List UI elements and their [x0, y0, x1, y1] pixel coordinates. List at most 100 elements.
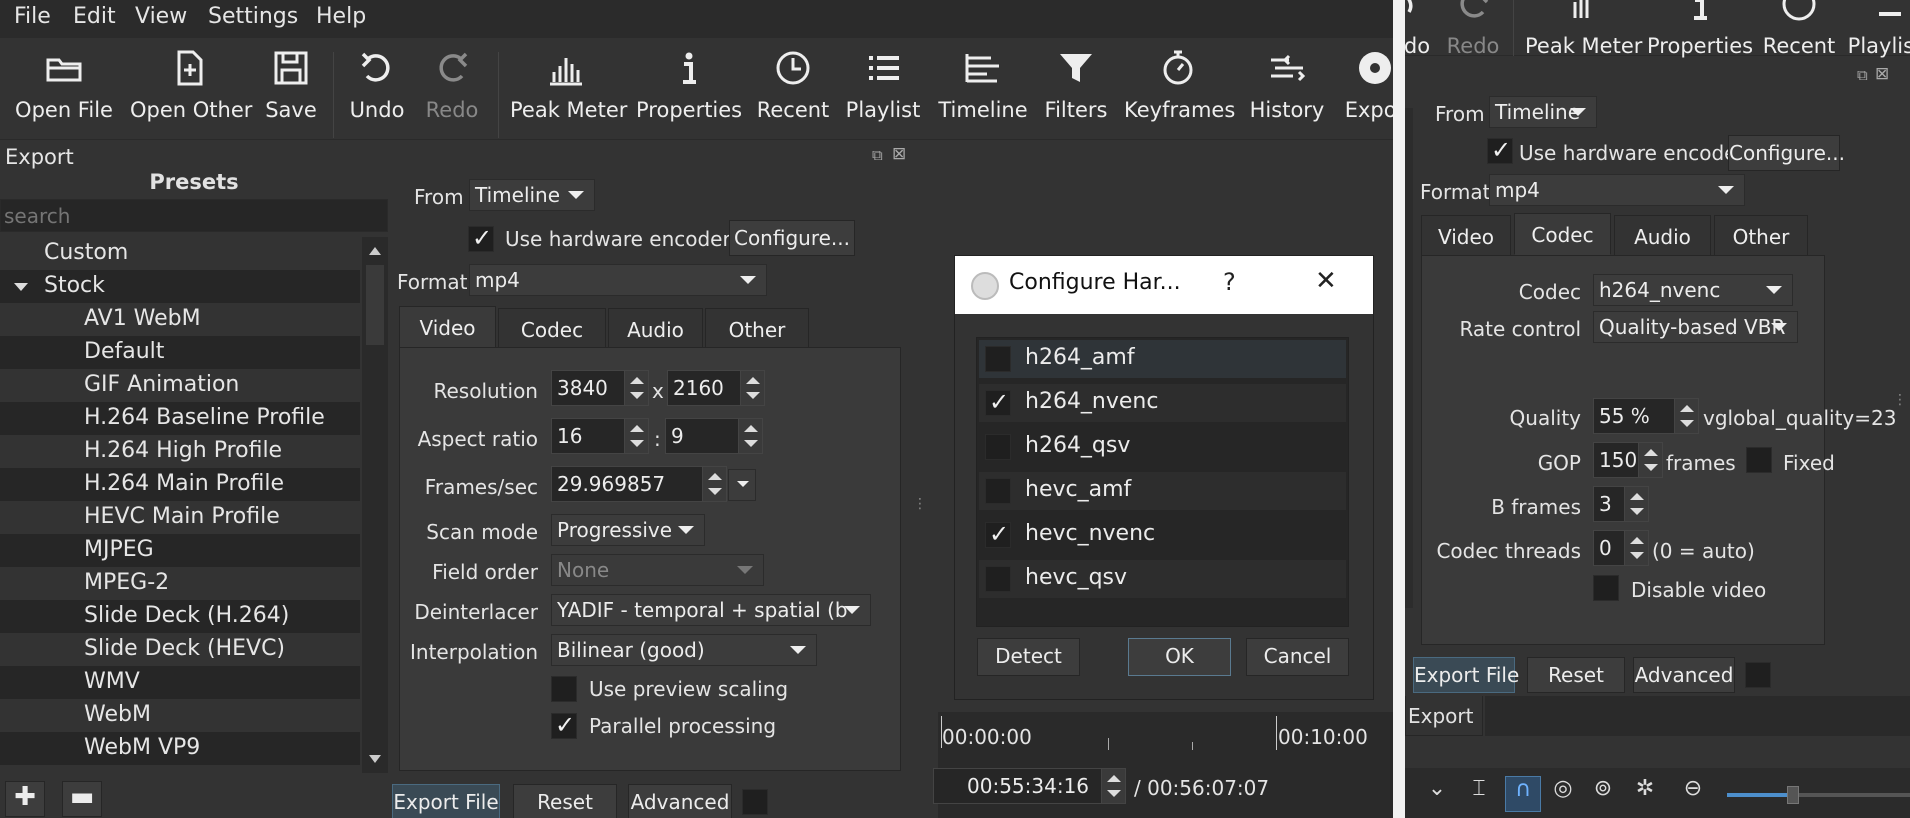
fixed-gop-checkbox[interactable]	[1746, 447, 1772, 473]
preset-item[interactable]: WebM VP9	[0, 732, 360, 765]
ripple-all-icon[interactable]: ⊚	[1585, 776, 1621, 812]
encoder-row[interactable]: hevc_qsv	[979, 560, 1346, 598]
open-file-button[interactable]: Open File	[14, 48, 114, 122]
hw-encoder-checkbox[interactable]	[468, 224, 494, 252]
scroll-down-icon[interactable]	[369, 755, 381, 763]
tab-video[interactable]: Video	[1421, 215, 1511, 257]
encoder-row[interactable]: h264_qsv	[979, 428, 1346, 466]
preset-custom[interactable]: Custom	[0, 237, 360, 270]
codec-threads-spinbox[interactable]: 0	[1593, 530, 1649, 566]
peak-meter-button[interactable]: Peak Meter	[510, 48, 627, 122]
undo-button[interactable]: Undo	[345, 48, 409, 122]
spin-arrows-icon[interactable]	[738, 419, 762, 453]
spin-arrows-icon[interactable]	[1624, 531, 1648, 565]
chevron-down-icon[interactable]: ⌄	[1419, 776, 1455, 812]
encoder-checkbox[interactable]	[985, 478, 1011, 504]
preset-item[interactable]: GIF Animation	[0, 369, 360, 402]
preset-item[interactable]: MPEG-2	[0, 567, 360, 600]
menu-file[interactable]: File	[14, 4, 51, 29]
help-icon[interactable]: ?	[1223, 268, 1236, 296]
spin-arrows-icon[interactable]	[1674, 399, 1698, 433]
format-select[interactable]: mp4	[469, 264, 767, 296]
close-icon[interactable]: ⊠	[892, 144, 906, 164]
preset-item[interactable]: HEVC Main Profile	[0, 501, 360, 534]
zoom-out-icon[interactable]: ⊖	[1675, 776, 1711, 812]
height-spinbox[interactable]: 2160	[667, 370, 765, 406]
filters-button[interactable]: Filters	[1040, 48, 1112, 122]
ripple-icon[interactable]: ⌶	[1461, 776, 1497, 812]
scroll-thumb[interactable]	[366, 265, 384, 345]
spin-arrows-icon[interactable]	[624, 419, 648, 453]
preset-item[interactable]: Default	[0, 336, 360, 369]
preview-scaling-checkbox[interactable]	[551, 676, 577, 702]
menu-help[interactable]: Help	[316, 4, 366, 29]
preset-item[interactable]: MJPEG	[0, 534, 360, 567]
preset-item[interactable]: AV1 WebM	[0, 303, 360, 336]
spin-arrows-icon[interactable]	[624, 371, 648, 405]
recent-button[interactable]: Recent	[755, 48, 831, 122]
tab-codec[interactable]: Codec	[1514, 213, 1611, 255]
tab-other[interactable]: Other	[1714, 215, 1808, 257]
export-file-button[interactable]: Export File	[1413, 657, 1519, 693]
spin-arrows-icon[interactable]	[1638, 443, 1662, 477]
ok-button[interactable]: OK	[1128, 638, 1231, 676]
export-toolbar-button[interactable]: Expor	[1340, 48, 1393, 122]
gop-spinbox[interactable]: 150	[1593, 442, 1663, 478]
export-file-button[interactable]: Export File	[392, 784, 500, 818]
undo-button[interactable]: do	[1405, 0, 1437, 58]
spin-arrows-icon[interactable]	[1101, 769, 1125, 803]
open-other-button[interactable]: Open Other	[130, 48, 252, 122]
float-icon[interactable]: ⧉	[872, 146, 883, 164]
advanced-button[interactable]: Advanced	[628, 784, 732, 818]
preset-search-input[interactable]	[0, 199, 388, 232]
remove-preset-button[interactable]: ▬	[62, 781, 102, 817]
quality-spinbox[interactable]: 55 %	[1593, 398, 1699, 434]
scroll-up-icon[interactable]	[369, 247, 381, 255]
encoder-row[interactable]: h264_amf	[979, 340, 1346, 378]
aspect-num-spinbox[interactable]: 16	[551, 418, 649, 454]
interpolation-select[interactable]: Bilinear (good)	[551, 634, 817, 666]
current-time-spinbox[interactable]: 00:55:34:16	[933, 768, 1126, 804]
save-button[interactable]: Save	[262, 48, 320, 122]
encoder-checkbox[interactable]	[985, 566, 1011, 592]
advanced-toggle-checkbox[interactable]	[742, 789, 768, 815]
encoder-checkbox[interactable]	[985, 346, 1011, 372]
cancel-button[interactable]: Cancel	[1246, 638, 1349, 676]
spin-arrows-icon[interactable]	[702, 467, 726, 501]
preset-item[interactable]: H.264 High Profile	[0, 435, 360, 468]
hw-encoder-checkbox[interactable]	[1487, 136, 1513, 164]
properties-button[interactable]: Properties	[636, 48, 742, 122]
recent-button[interactable]: Recent	[1761, 0, 1837, 58]
peak-meter-button[interactable]: Peak Meter	[1525, 0, 1642, 58]
aspect-den-spinbox[interactable]: 9	[665, 418, 763, 454]
format-select[interactable]: mp4	[1489, 174, 1745, 206]
redo-button[interactable]: Redo	[420, 48, 484, 122]
from-select[interactable]: Timeline	[1489, 96, 1597, 128]
encoder-checkbox[interactable]	[985, 434, 1011, 460]
preset-item[interactable]: Slide Deck (H.264)	[0, 600, 360, 633]
menu-settings[interactable]: Settings	[208, 4, 298, 29]
reset-button[interactable]: Reset	[513, 784, 617, 818]
add-preset-button[interactable]: ✚	[5, 781, 45, 817]
fps-spinbox[interactable]: 29.969857	[551, 466, 727, 502]
preset-item[interactable]: WMV	[0, 666, 360, 699]
configure-button[interactable]: Configure...	[729, 220, 855, 256]
zoom-slider[interactable]	[1727, 786, 1910, 804]
tab-audio[interactable]: Audio	[1614, 215, 1711, 257]
menu-edit[interactable]: Edit	[73, 4, 116, 29]
disable-video-checkbox[interactable]	[1593, 575, 1619, 601]
tab-audio[interactable]: Audio	[608, 308, 703, 350]
close-icon[interactable]: ⊠	[1875, 64, 1889, 84]
tab-video[interactable]: Video	[399, 306, 496, 348]
detect-button[interactable]: Detect	[977, 638, 1080, 676]
preset-item[interactable]: WebM	[0, 699, 360, 732]
encoder-row[interactable]: hevc_nvenc	[979, 516, 1346, 554]
width-spinbox[interactable]: 3840	[551, 370, 649, 406]
encoder-row[interactable]: hevc_amf	[979, 472, 1346, 510]
spin-arrows-icon[interactable]	[1624, 487, 1648, 521]
redo-button[interactable]: Redo	[1441, 0, 1505, 58]
bframes-spinbox[interactable]: 3	[1593, 486, 1649, 522]
preset-item[interactable]: H.264 Main Profile	[0, 468, 360, 501]
deinterlacer-select[interactable]: YADIF - temporal + spatial (b	[551, 594, 871, 626]
tab-other[interactable]: Other	[705, 308, 809, 350]
